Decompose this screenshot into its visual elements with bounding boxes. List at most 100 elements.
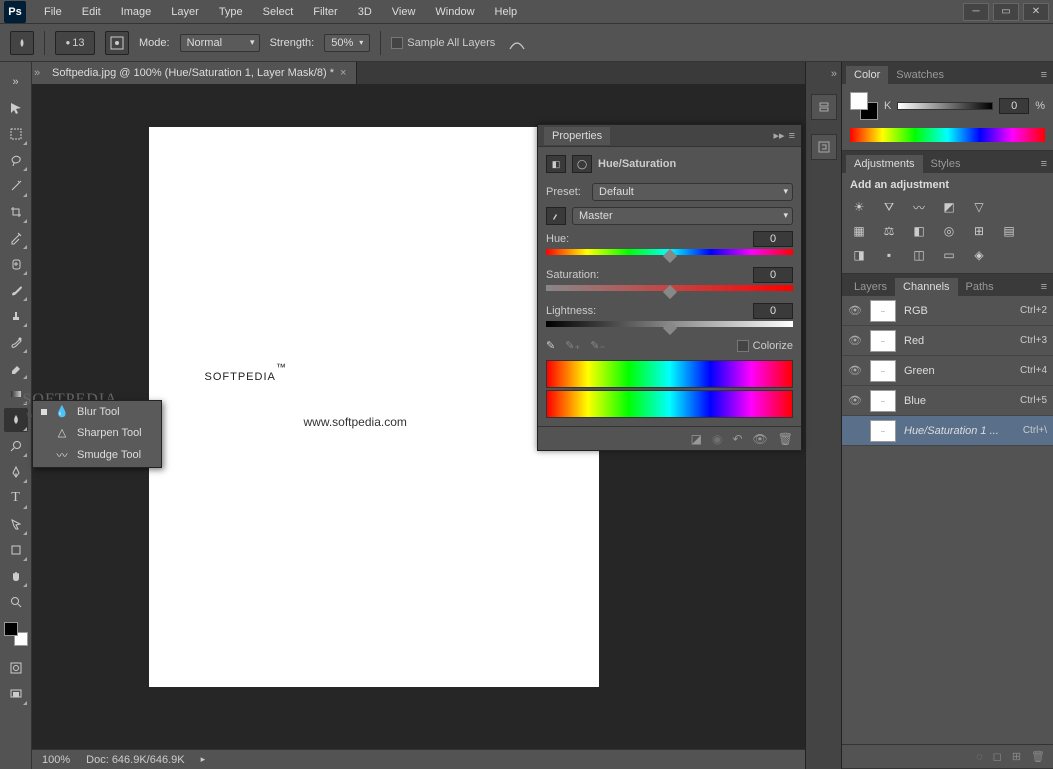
doc-size[interactable]: Doc: 646.9K/646.9K [86,754,184,766]
photo-filter-icon[interactable]: ◎ [940,223,958,239]
new-channel-icon[interactable]: ⊞ [1012,750,1021,763]
adjustments-tab[interactable]: Adjustments [846,155,923,173]
move-tool[interactable] [4,96,28,120]
menu-select[interactable]: Select [253,4,304,20]
hue-saturation-icon[interactable]: ▦ [850,223,868,239]
mask-icon[interactable]: ◯ [572,155,592,173]
zoom-tool[interactable] [4,590,28,614]
history-panel-icon[interactable] [811,94,837,120]
close-button[interactable]: ✕ [1023,3,1049,21]
lightness-slider[interactable] [546,321,793,331]
visibility-icon[interactable]: 👁 [848,304,862,318]
color-spectrum[interactable] [850,128,1045,142]
save-selection-icon[interactable]: ◻ [993,750,1002,763]
preset-select[interactable]: Default [592,183,793,201]
visibility-icon[interactable]: 👁 [848,394,862,408]
threshold-icon[interactable]: ◫ [910,247,928,263]
colorize-checkbox[interactable]: Colorize [737,340,793,352]
view-previous-icon[interactable]: ◉ [712,432,722,446]
close-tab-icon[interactable]: × [340,67,346,79]
color-tab[interactable]: Color [846,66,888,84]
clip-to-layer-icon[interactable]: ◪ [691,432,702,446]
properties-tab[interactable]: Properties [544,127,610,145]
collapse-panel-icon[interactable]: ▸▸ [774,129,785,142]
channel-row[interactable]: 👁..RGBCtrl+2 [842,296,1053,326]
eyedropper-add-icon[interactable]: ✎₊ [565,339,580,352]
tab-expand-icon[interactable]: » [32,62,42,84]
status-menu-icon[interactable]: ▸ [201,754,206,765]
styles-tab[interactable]: Styles [923,155,969,173]
properties-panel-header[interactable]: Properties ▸▸ ≡ [538,125,801,147]
brush-preset-picker[interactable]: ●13 [55,31,95,55]
menu-3d[interactable]: 3D [348,4,382,20]
strength-value[interactable]: 50%▾ [324,34,370,52]
invert-icon[interactable]: ◨ [850,247,868,263]
flyout-item[interactable]: 〰Smudge Tool [33,443,161,467]
hue-value[interactable]: 0 [753,231,793,247]
channel-select[interactable]: Master [572,207,793,225]
toggle-visibility-icon[interactable]: 👁 [753,432,768,446]
color-range-bar[interactable] [546,360,793,388]
visibility-icon[interactable]: 👁 [848,334,862,348]
menu-help[interactable]: Help [485,4,528,20]
paths-tab[interactable]: Paths [958,278,1002,296]
swatches-tab[interactable]: Swatches [888,66,952,84]
character-panel-icon[interactable] [811,134,837,160]
color-range-bar-2[interactable] [546,390,793,418]
color-panel-menu-icon[interactable]: ≡ [1035,66,1053,84]
flyout-item[interactable]: 💧Blur Tool [33,401,161,422]
menu-window[interactable]: Window [425,4,484,20]
levels-icon[interactable]: ⛛ [880,199,898,215]
pressure-size-icon[interactable] [505,31,529,55]
reset-icon[interactable]: ↶ [732,432,742,446]
panel-menu-icon[interactable]: ≡ [789,130,795,142]
color-lookup-icon[interactable]: ▤ [1000,223,1018,239]
load-selection-icon[interactable]: ◌ [976,751,983,763]
foreground-background-colors[interactable] [4,622,28,646]
channel-row[interactable]: 👁..GreenCtrl+4 [842,356,1053,386]
delete-channel-icon[interactable]: 🗑 [1031,750,1045,763]
channel-row[interactable]: 👁..BlueCtrl+5 [842,386,1053,416]
visibility-icon[interactable]: 👁 [848,364,862,378]
zoom-level[interactable]: 100% [42,754,70,766]
maximize-button[interactable]: ▭ [993,3,1019,21]
channels-panel-menu-icon[interactable]: ≡ [1035,278,1053,296]
brush-panel-toggle[interactable] [105,31,129,55]
adjustments-panel-menu-icon[interactable]: ≡ [1035,155,1053,173]
saturation-slider[interactable] [546,285,793,295]
layers-tab[interactable]: Layers [846,278,895,296]
dock-expand-icon[interactable]: » [831,68,837,80]
channels-tab[interactable]: Channels [895,278,957,296]
gradient-map-icon[interactable]: ▭ [940,247,958,263]
tool-preset-picker[interactable] [10,31,34,55]
sample-all-layers-checkbox[interactable]: Sample All Layers [391,37,495,49]
brightness-contrast-icon[interactable]: ☀ [850,199,868,215]
menu-edit[interactable]: Edit [72,4,111,20]
eyedropper-subtract-icon[interactable]: ✎₋ [590,339,605,352]
k-slider[interactable] [897,102,993,110]
delete-adjustment-icon[interactable]: 🗑 [778,432,793,446]
saturation-value[interactable]: 0 [753,267,793,283]
blend-mode-select[interactable]: Normal [180,34,260,52]
quick-mask-toggle[interactable] [4,656,28,680]
minimize-button[interactable]: ─ [963,3,989,21]
targeted-adjustment-icon[interactable] [546,207,566,225]
hue-slider[interactable] [546,249,793,259]
menu-file[interactable]: File [34,4,72,20]
channel-row[interactable]: ..Hue/Saturation 1 ...Ctrl+\ [842,416,1053,446]
k-value[interactable]: 0 [999,98,1029,114]
menu-image[interactable]: Image [111,4,162,20]
document-tab[interactable]: Softpedia.jpg @ 100% (Hue/Saturation 1, … [42,62,357,84]
channel-mixer-icon[interactable]: ⊞ [970,223,988,239]
menu-filter[interactable]: Filter [303,4,347,20]
flyout-item[interactable]: △Sharpen Tool [33,422,161,443]
black-white-icon[interactable]: ◧ [910,223,928,239]
menu-view[interactable]: View [382,4,426,20]
posterize-icon[interactable]: ▪ [880,247,898,263]
eyedropper-icon[interactable]: ✎ [546,339,555,352]
curves-icon[interactable]: 〰 [910,199,928,215]
visibility-icon[interactable] [848,424,862,438]
expand-toolbar-icon[interactable]: » [4,70,28,94]
selective-color-icon[interactable]: ◈ [970,247,988,263]
adjustment-icon[interactable]: ◧ [546,155,566,173]
